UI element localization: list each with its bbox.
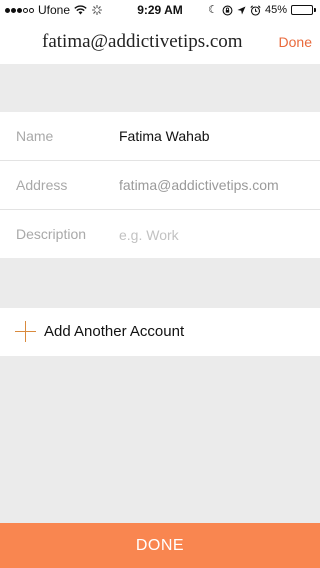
- nav-header: fatima@addictivetips.com Done: [0, 20, 320, 64]
- signal-dots-icon: [5, 7, 34, 13]
- carrier-name: Ufone: [38, 3, 71, 17]
- activity-spinner-icon: [92, 5, 103, 15]
- status-bar: Ufone 9:29 AM ☾ 45%: [0, 0, 320, 20]
- name-field[interactable]: Fatima Wahab: [119, 112, 210, 161]
- description-row[interactable]: Description: [0, 210, 320, 258]
- description-field[interactable]: [119, 222, 309, 247]
- address-label: Address: [16, 177, 68, 193]
- alarm-icon: [250, 4, 261, 16]
- account-settings-screen: Ufone 9:29 AM ☾ 45% fatima@addictivetips…: [0, 0, 320, 568]
- address-field[interactable]: fatima@addictivetips.com: [119, 161, 279, 210]
- page-title: fatima@addictivetips.com: [42, 31, 243, 52]
- address-row[interactable]: Address fatima@addictivetips.com: [0, 161, 320, 210]
- done-button[interactable]: DONE: [0, 523, 320, 568]
- add-account-label: Add Another Account: [44, 323, 185, 340]
- header-done-button[interactable]: Done: [279, 20, 312, 64]
- location-arrow-icon: [237, 6, 246, 14]
- add-another-account-button[interactable]: Add Another Account: [0, 308, 320, 356]
- status-bar-right: ☾ 45%: [208, 0, 316, 20]
- plus-icon: [15, 321, 36, 342]
- name-row[interactable]: Name Fatima Wahab: [0, 112, 320, 161]
- status-bar-left: Ufone: [5, 0, 103, 20]
- description-label: Description: [16, 226, 87, 242]
- account-form: Name Fatima Wahab Address fatima@addicti…: [0, 112, 320, 258]
- name-label: Name: [16, 128, 54, 144]
- battery-percent: 45%: [264, 4, 287, 16]
- wifi-icon: [74, 5, 87, 15]
- moon-icon: ☾: [208, 4, 218, 16]
- battery-icon: [291, 5, 316, 15]
- rotation-lock-icon: [222, 5, 233, 15]
